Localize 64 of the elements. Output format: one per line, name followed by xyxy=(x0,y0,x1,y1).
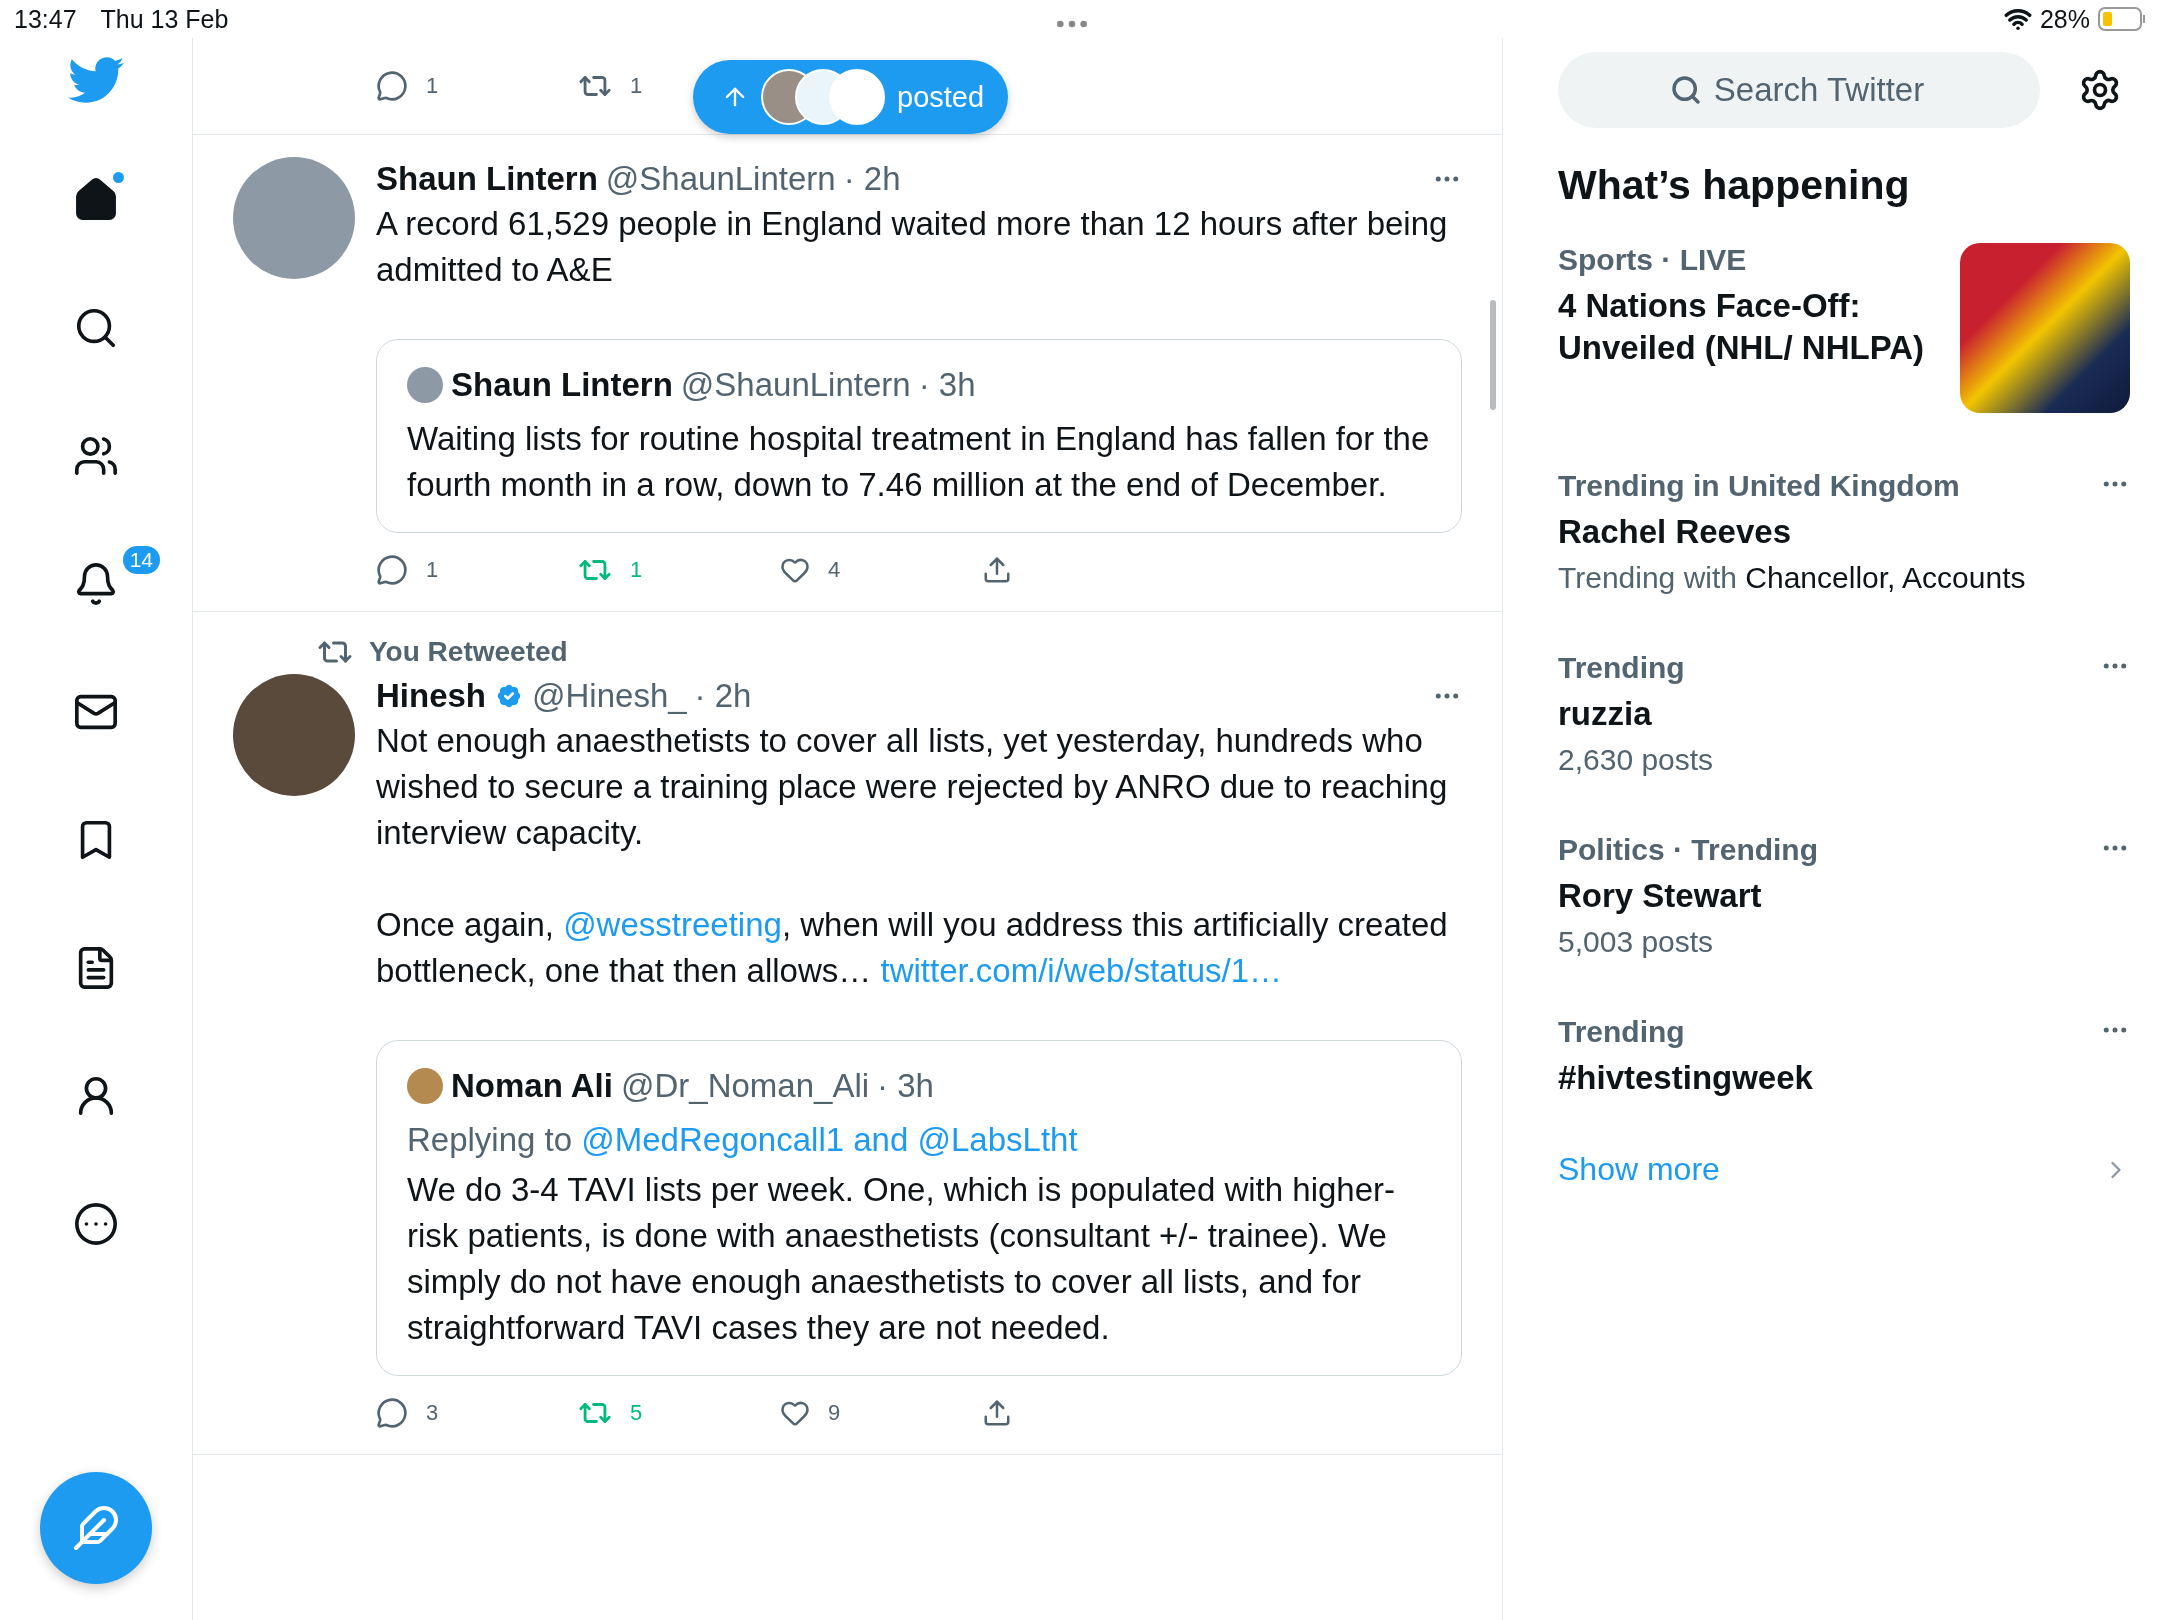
trend-context: Sports · LIVE xyxy=(1558,243,1748,277)
post-time: · 2h xyxy=(843,160,901,198)
quoted-tweet[interactable]: Shaun Lintern @ShaunLintern · 3h Waiting lists for routine hospital treatment in England has fallen for the fourth month in a row, down to 7.46 million at the end of December. xyxy=(376,339,1462,533)
replying-to-text: Replying to @MedRegoncall1 and @LabsLtht xyxy=(407,1120,1079,1160)
scrollbar[interactable] xyxy=(1490,300,1496,410)
trend-item[interactable]: Politics · Trending Rory Stewart 5,003 posts xyxy=(1558,833,2130,959)
retweet-button[interactable]: 1 xyxy=(578,69,643,103)
quoted-text: We do 3-4 TAVI lists per week. One, which is populated with higher-risk patients, is done with anaesthetists (consultant +/- trainee). We simply do not have enough anaesthetists to cover all lists, and for straightforward TAVI cases they are not needed. xyxy=(407,1170,1397,1348)
share-icon xyxy=(982,1398,1012,1428)
retweet-context: You Retweeted xyxy=(369,636,568,668)
avatar-placeholder xyxy=(407,367,443,403)
trend-subtitle: Trending with Chancellor, Accounts xyxy=(1558,561,2027,595)
trend-item[interactable]: Trending #hivtestingweek xyxy=(1558,1015,2130,1099)
quoted-text: Waiting lists for routine hospital treatment in England has fallen for the fourth month in a row, down to 7.46 million at the end of December. xyxy=(407,419,1431,505)
quoted-tweet[interactable] xyxy=(376,1040,1462,1376)
author-name[interactable]: Shaun Lintern xyxy=(376,160,598,198)
reply-button[interactable]: 1 xyxy=(376,553,439,587)
trend-item[interactable]: Trending in United Kingdom Rachel Reeves Trending with Chancellor, Accounts xyxy=(1558,469,2130,595)
tweet-text: Once again, @wesstreeting, when will you address this artificially created bottleneck, one that then allows… twitter.com/i/web/status/1… xyxy=(376,905,1449,991)
avatar-placeholder xyxy=(407,1068,443,1104)
trend-context: Trending in United Kingdom xyxy=(1558,469,1961,503)
reply-button[interactable]: 3 xyxy=(376,1396,439,1430)
status-date: Thu 13 Feb xyxy=(100,4,229,34)
author-handle: @ShaunLintern xyxy=(680,366,911,404)
trend-title: #hivtestingweek xyxy=(1558,1058,1814,1098)
tweet-text: A record 61,529 people in England waited more than 12 hours after being admitted to A&E xyxy=(376,204,1449,290)
compose-button[interactable] xyxy=(40,1472,152,1584)
trend-item[interactable]: Sports · LIVE 4 Nations Face-Off: Unveiled (NHL/ NHLPA) xyxy=(1558,243,2130,413)
author-handle: @Hinesh_ xyxy=(532,677,687,715)
post-time: · 3h xyxy=(918,366,976,404)
battery-percent: 28% xyxy=(2039,4,2090,34)
trend-context: Trending xyxy=(1558,1015,1686,1049)
battery-icon xyxy=(2098,7,2146,31)
status-time: 13:47 xyxy=(14,4,77,34)
speech-bubble-icon xyxy=(376,554,408,586)
author-name: Noman Ali xyxy=(451,1067,613,1105)
search-icon xyxy=(1670,74,1702,106)
avatar-placeholder xyxy=(829,69,885,125)
trend-context: Trending xyxy=(1558,651,1686,685)
speech-bubble-icon xyxy=(376,70,408,102)
tweet-text: Not enough anaesthetists to cover all lists, yet yesterday, hundreds who wished to secure a training place were rejected by ANRO due to reaching interview capacity. xyxy=(376,721,1449,853)
search-field[interactable]: Search Twitter xyxy=(1558,52,2040,128)
post-time: · 3h xyxy=(877,1067,934,1105)
post-time: · 2h xyxy=(694,677,752,715)
author-handle: @ShaunLintern xyxy=(605,160,836,198)
like-button[interactable]: 9 xyxy=(780,1396,841,1430)
author-handle: @Dr_Noman_Ali xyxy=(620,1067,870,1105)
share-icon xyxy=(982,555,1012,585)
post-count: 2,630 posts xyxy=(1558,743,1715,777)
notification-badge: 14 xyxy=(120,544,162,576)
trend-title: 4 Nations Face-Off: Unveiled (NHL/ NHLPA) xyxy=(1558,286,1926,368)
trend-title: Rory Stewart xyxy=(1558,876,1763,916)
feather-plus-icon xyxy=(72,1504,120,1552)
section-heading: What’s happening xyxy=(1558,162,1911,209)
trend-title: ruzzia xyxy=(1558,694,1653,734)
author-name[interactable]: Hinesh xyxy=(376,677,487,715)
post-count: 5,003 posts xyxy=(1558,925,1715,959)
trend-title: Rachel Reeves xyxy=(1558,512,1792,552)
trend-item[interactable]: Trending ruzzia 2,630 posts xyxy=(1558,651,2130,777)
author-name: Shaun Lintern xyxy=(451,366,673,404)
speech-bubble-icon xyxy=(376,1397,408,1429)
like-button[interactable]: 4 xyxy=(780,553,841,587)
trend-context: Politics · Trending xyxy=(1558,833,1820,867)
reply-button[interactable]: 1 xyxy=(376,70,439,102)
